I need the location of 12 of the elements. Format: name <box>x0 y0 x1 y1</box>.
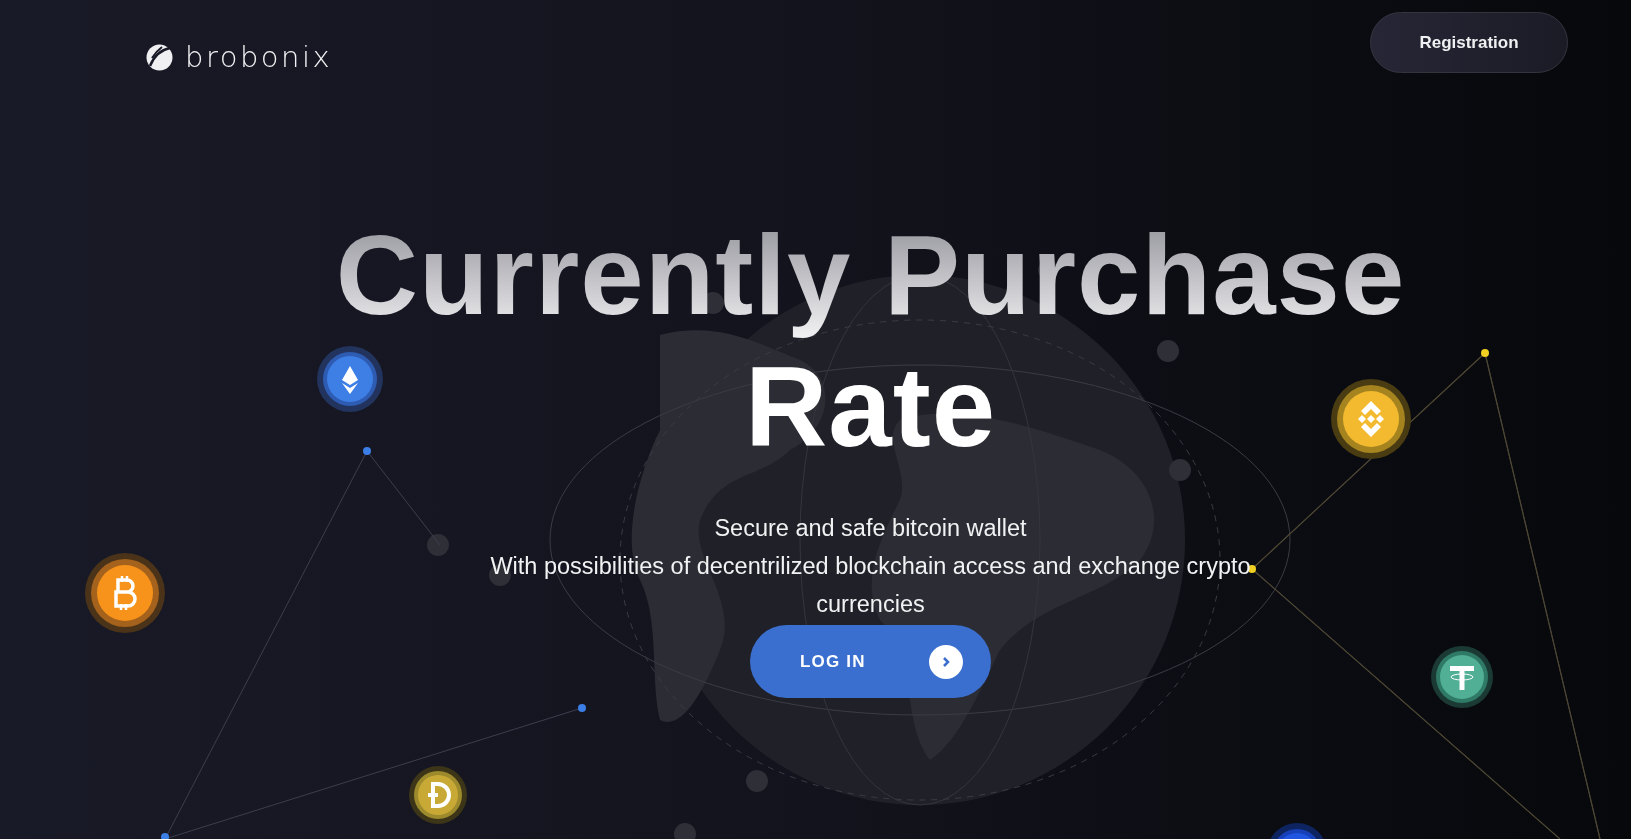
coin-icon <box>317 346 383 412</box>
login-button[interactable]: LOG IN <box>750 625 991 698</box>
coin-icon <box>1331 379 1411 459</box>
chevron-right-icon <box>929 644 963 679</box>
hero-subtitle: With possibilities of decentrilized blockchain access and exchange crypto currencies <box>489 552 1252 619</box>
brand-name: brobonix <box>185 40 333 74</box>
coin-icon <box>409 766 467 824</box>
coin-icon <box>85 553 165 633</box>
logo-icon <box>146 43 173 71</box>
coin-icon <box>1431 646 1493 708</box>
hero-subtitle: Secure and safe bitcoin wallet <box>714 514 1027 543</box>
registration-button[interactable]: Registration <box>1370 12 1568 73</box>
